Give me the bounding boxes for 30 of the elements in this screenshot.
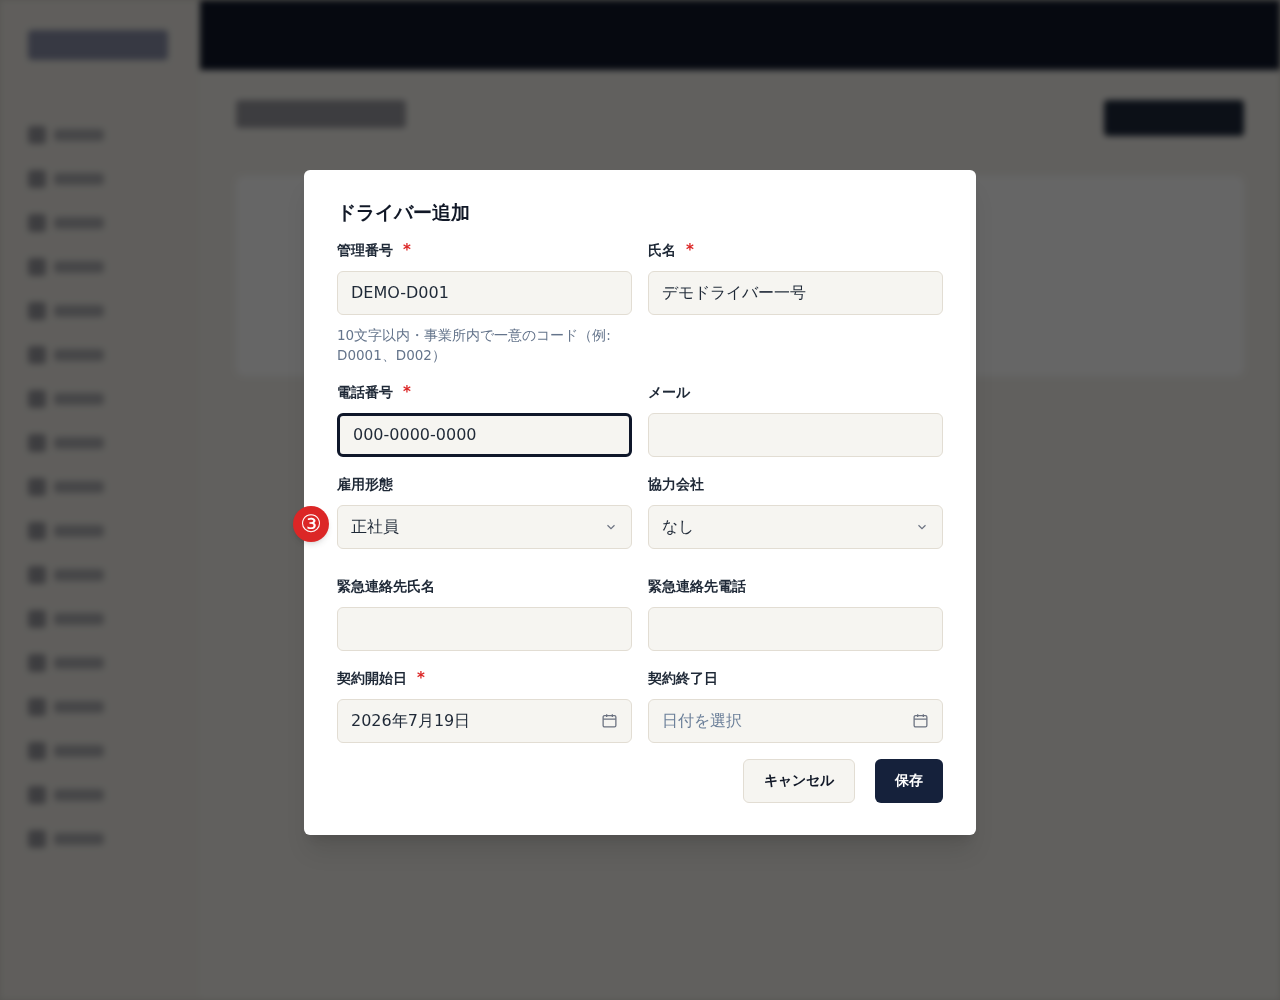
dialog-title: ドライバー追加 xyxy=(337,200,471,225)
select-field[interactable]: 正社員 xyxy=(337,504,632,549)
save-button[interactable]: 保存 xyxy=(875,758,943,803)
calendar-icon xyxy=(601,712,618,729)
field-label: 管理番号 xyxy=(337,241,393,260)
field-label: 契約開始日 xyxy=(337,669,407,688)
required-mark: * xyxy=(403,382,411,404)
input-field[interactable]: デモドライバー一号 xyxy=(648,270,943,315)
input-field[interactable] xyxy=(648,412,943,457)
required-mark: * xyxy=(686,240,694,262)
field-label: 電話番号 xyxy=(337,383,393,402)
field-label: 氏名 xyxy=(648,241,676,260)
calendar-icon xyxy=(912,712,929,729)
field-label: 雇用形態 xyxy=(337,475,393,494)
field-hint: 10文字以内・事業所内で一意のコード（例: D0001、D002） xyxy=(337,325,612,365)
input-field[interactable]: 000-0000-0000 xyxy=(337,412,632,457)
date-field[interactable]: 日付を選択 xyxy=(648,698,943,743)
input-field[interactable]: DEMO-D001 xyxy=(337,270,632,315)
field-label: 緊急連絡先氏名 xyxy=(337,577,435,596)
input-field[interactable] xyxy=(648,606,943,651)
field-label: メール xyxy=(648,383,690,402)
required-mark: * xyxy=(417,668,425,690)
field-label: 協力会社 xyxy=(648,475,704,494)
cancel-button[interactable]: キャンセル xyxy=(743,758,855,803)
required-mark: * xyxy=(403,240,411,262)
select-field[interactable]: なし xyxy=(648,504,943,549)
field-label: 緊急連絡先電話 xyxy=(648,577,746,596)
field-label: 契約終了日 xyxy=(648,669,718,688)
input-field[interactable] xyxy=(337,606,632,651)
date-field[interactable]: 2026年7月19日 xyxy=(337,698,632,743)
